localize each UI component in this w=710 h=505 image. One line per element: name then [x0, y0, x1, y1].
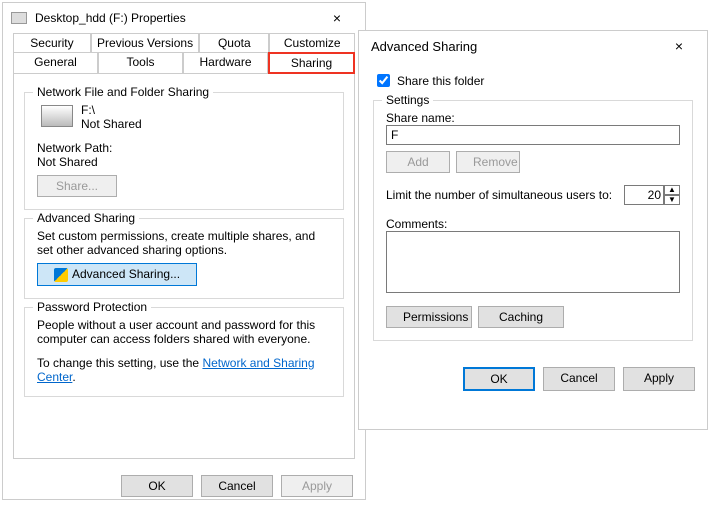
comments-label: Comments: — [386, 217, 680, 231]
tab-security[interactable]: Security — [13, 33, 91, 53]
ok-button[interactable]: OK — [121, 475, 193, 497]
advanced-titlebar: Advanced Sharing × — [359, 31, 707, 61]
share-status: Not Shared — [81, 117, 142, 131]
share-path: F:\ — [81, 103, 142, 117]
tab-tools[interactable]: Tools — [98, 52, 183, 74]
tab-general[interactable]: General — [13, 52, 98, 74]
sharing-panel: Network File and Folder Sharing F:\ Not … — [13, 73, 355, 459]
share-button[interactable]: Share... — [37, 175, 117, 197]
close-icon[interactable]: × — [659, 38, 699, 54]
properties-title: Desktop_hdd (F:) Properties — [31, 11, 317, 25]
settings-title: Settings — [382, 93, 433, 107]
apply-button[interactable]: Apply — [623, 367, 695, 391]
shield-icon — [54, 268, 68, 282]
comments-textarea[interactable] — [386, 231, 680, 293]
cancel-button[interactable]: Cancel — [201, 475, 273, 497]
caching-button[interactable]: Caching — [478, 306, 564, 328]
drive-icon — [11, 12, 27, 24]
password-protection-link-line: To change this setting, use the Network … — [37, 356, 331, 384]
properties-titlebar: Desktop_hdd (F:) Properties × — [3, 3, 365, 33]
tab-hardware[interactable]: Hardware — [183, 52, 268, 74]
password-protection-desc: People without a user account and passwo… — [37, 318, 331, 346]
drive-large-icon — [41, 105, 73, 127]
advanced-title: Advanced Sharing — [367, 39, 659, 54]
ok-button[interactable]: OK — [463, 367, 535, 391]
network-sharing-group: Network File and Folder Sharing F:\ Not … — [24, 92, 344, 210]
properties-footer: OK Cancel Apply — [3, 467, 365, 505]
share-folder-checkbox[interactable] — [377, 74, 390, 87]
spin-up-icon[interactable]: ▲ — [664, 185, 680, 195]
password-protection-title: Password Protection — [33, 300, 151, 314]
advanced-footer: OK Cancel Apply — [359, 359, 707, 399]
advanced-sharing-desc: Set custom permissions, create multiple … — [37, 229, 331, 257]
network-path-value: Not Shared — [37, 155, 331, 169]
add-button[interactable]: Add — [386, 151, 450, 173]
network-sharing-title: Network File and Folder Sharing — [33, 85, 213, 99]
settings-group: Settings Share name: Add Remove Limit th… — [373, 100, 693, 341]
advanced-sharing-title: Advanced Sharing — [33, 211, 139, 225]
spin-down-icon[interactable]: ▼ — [664, 195, 680, 205]
tab-previous-versions[interactable]: Previous Versions — [91, 33, 199, 53]
limit-users-spinner[interactable]: ▲ ▼ — [624, 185, 680, 205]
limit-users-label: Limit the number of simultaneous users t… — [386, 188, 612, 202]
cancel-button[interactable]: Cancel — [543, 367, 615, 391]
properties-dialog: Desktop_hdd (F:) Properties × Security P… — [2, 2, 366, 500]
share-name-input[interactable] — [386, 125, 680, 145]
advanced-sharing-button[interactable]: Advanced Sharing... — [37, 263, 197, 286]
share-folder-checkbox-label[interactable]: Share this folder — [373, 71, 693, 90]
advanced-sharing-dialog: Advanced Sharing × Share this folder Set… — [358, 30, 708, 430]
remove-button[interactable]: Remove — [456, 151, 520, 173]
tab-quota[interactable]: Quota — [199, 33, 269, 53]
password-protection-group: Password Protection People without a use… — [24, 307, 344, 397]
close-icon[interactable]: × — [317, 10, 357, 26]
tabs: Security Previous Versions Quota Customi… — [13, 33, 355, 73]
tab-customize[interactable]: Customize — [269, 33, 355, 53]
share-name-label: Share name: — [386, 111, 680, 125]
network-path-label: Network Path: — [37, 141, 331, 155]
apply-button[interactable]: Apply — [281, 475, 353, 497]
tab-sharing[interactable]: Sharing — [268, 52, 355, 74]
permissions-button[interactable]: Permissions — [386, 306, 472, 328]
limit-users-input[interactable] — [624, 185, 664, 205]
advanced-sharing-group: Advanced Sharing Set custom permissions,… — [24, 218, 344, 299]
